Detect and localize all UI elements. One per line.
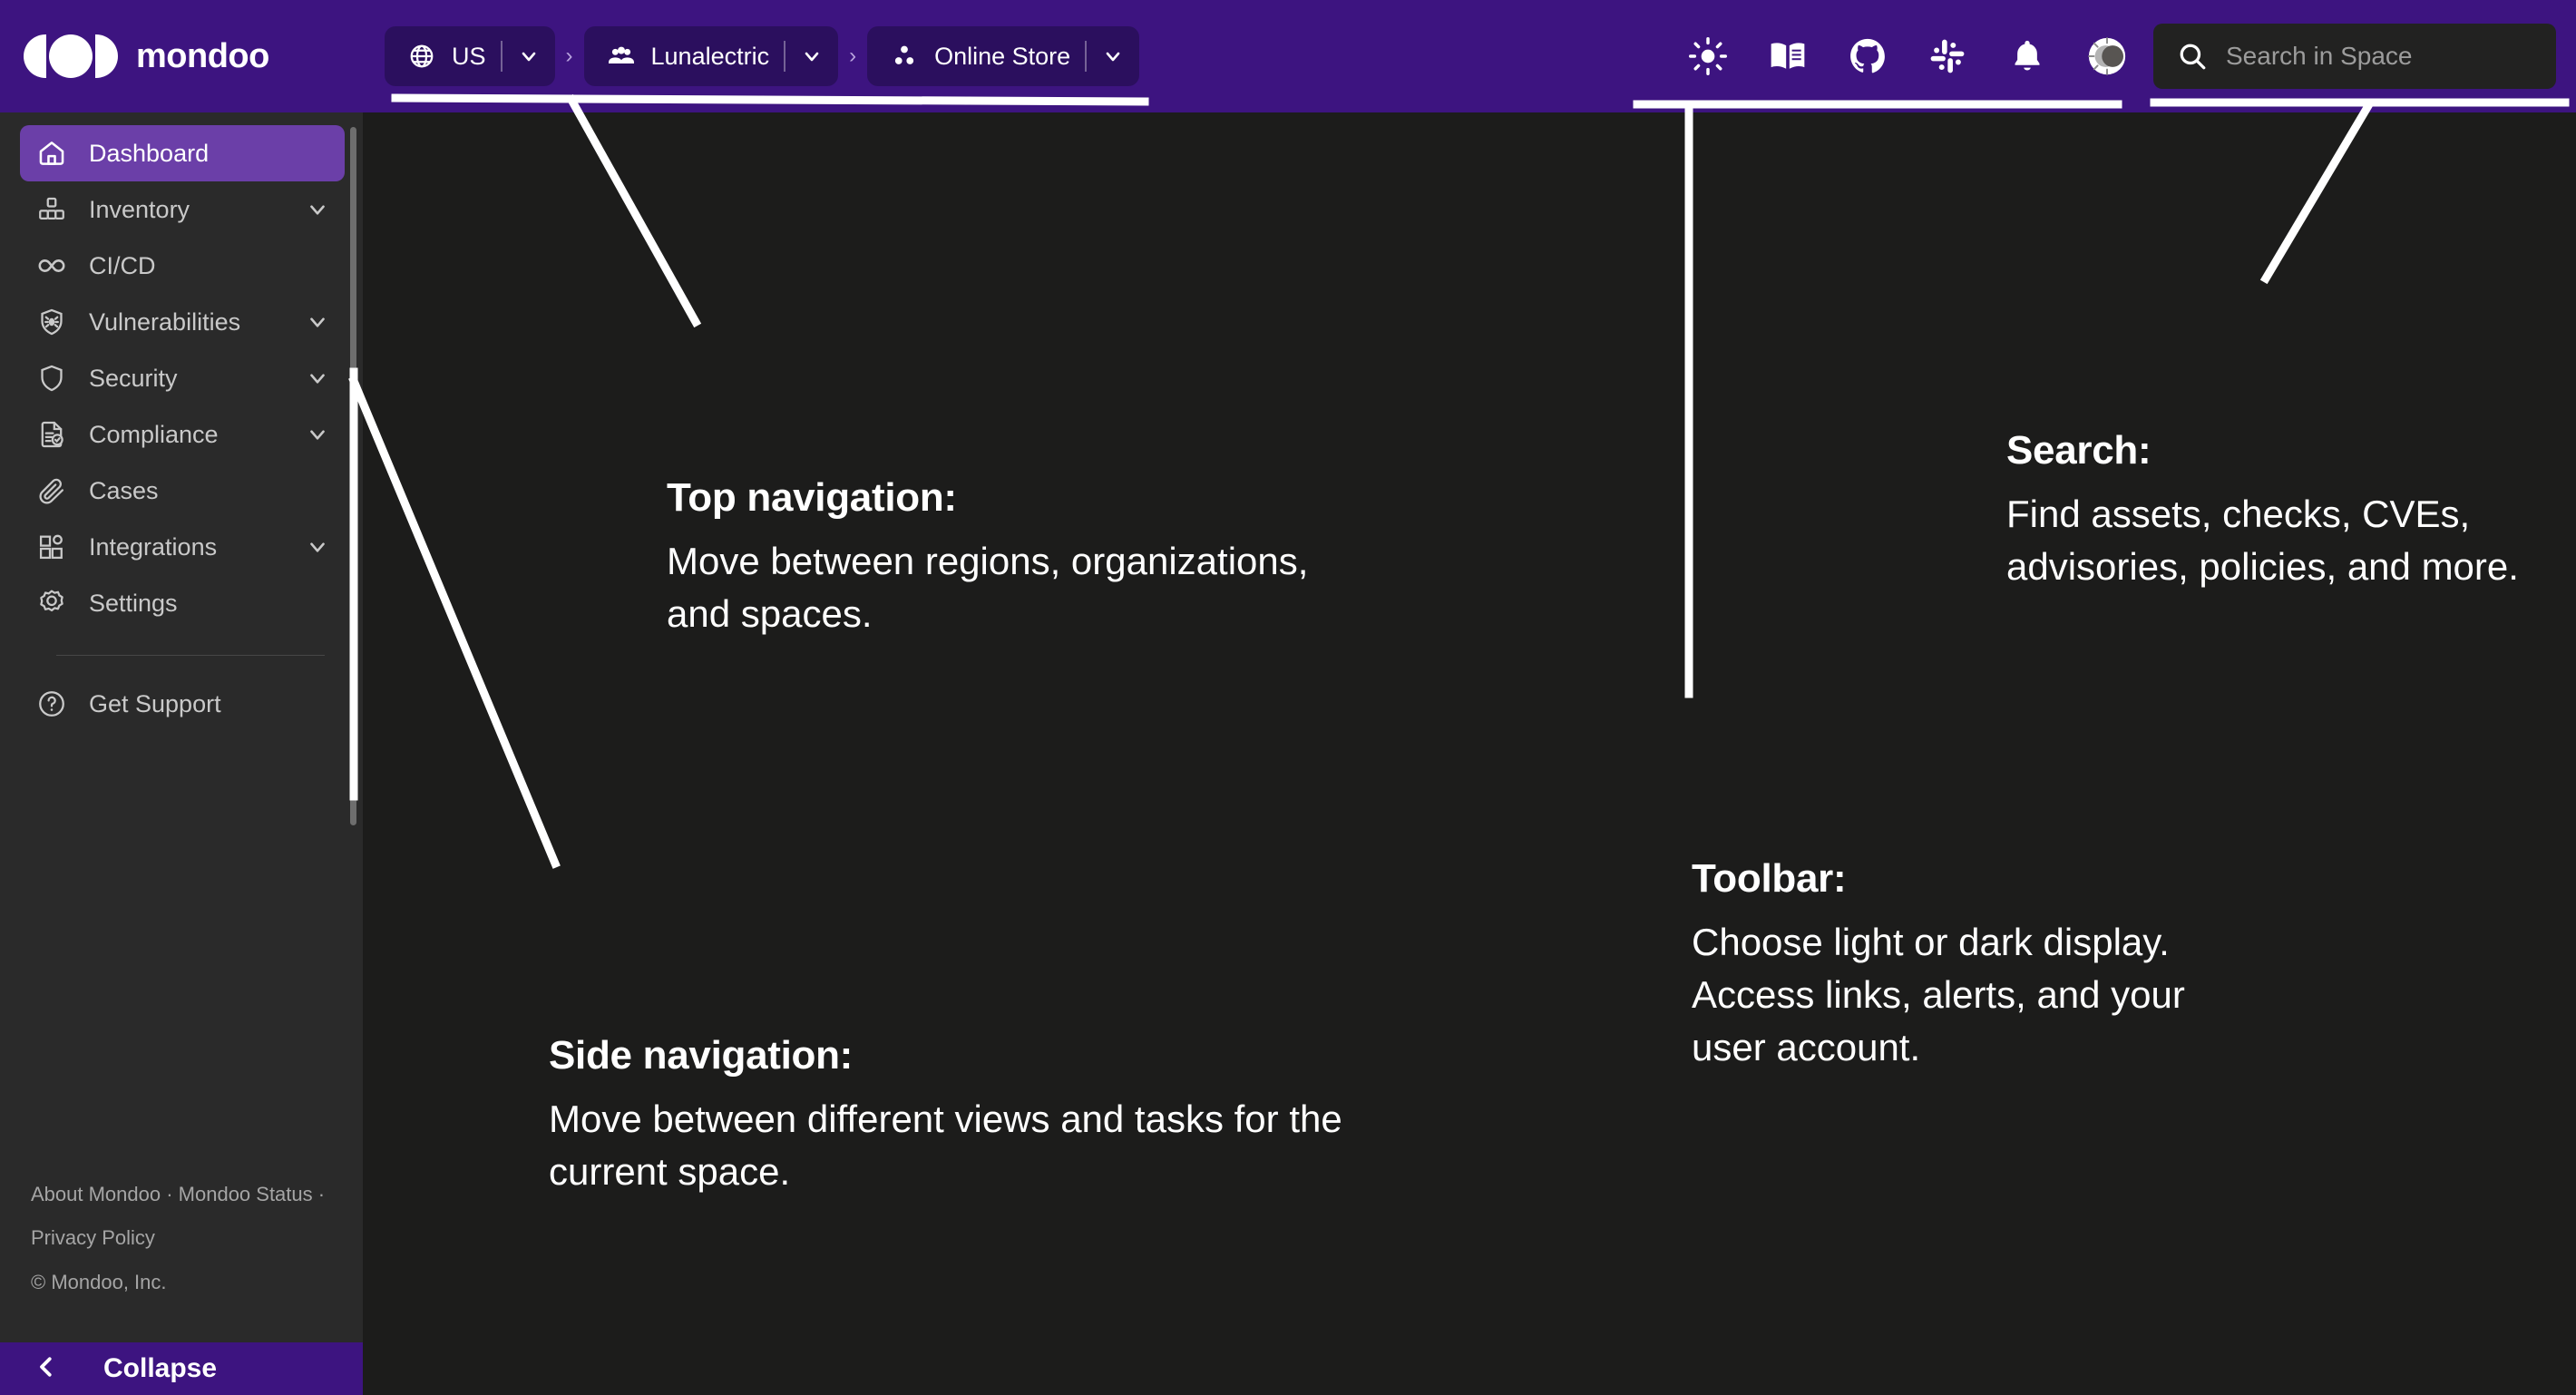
sidebar-item-settings[interactable]: Settings <box>20 575 345 631</box>
annotation-search: Search: Find assets, checks, CVEs, advis… <box>2006 428 2523 593</box>
paperclip-icon <box>34 473 69 508</box>
sidebar-item-label: Compliance <box>89 420 219 448</box>
annotation-body: Find assets, checks, CVEs, advisories, p… <box>2006 493 2519 588</box>
theme-sun-icon[interactable] <box>1687 35 1729 77</box>
integrations-grid-icon <box>34 530 69 564</box>
chevron-down-icon[interactable] <box>305 534 330 560</box>
search-icon <box>2175 39 2210 73</box>
annotation-title: Toolbar: <box>1692 856 1847 901</box>
annotation-body: Move between regions, organizations, and… <box>667 540 1309 635</box>
sidebar-item-security[interactable]: Security <box>20 350 345 406</box>
main-content: Top navigation: Move between regions, or… <box>363 112 2576 1395</box>
organization-people-icon <box>604 39 639 73</box>
shield-bug-icon <box>34 305 69 339</box>
brand-logo[interactable]: mondoo <box>0 0 363 112</box>
sidebar-divider <box>56 655 325 656</box>
chevron-down-icon[interactable] <box>305 197 330 222</box>
sidebar-item-label: CI/CD <box>89 251 156 279</box>
sidebar-item-label: Vulnerabilities <box>89 307 241 336</box>
sidebar-item-label: Get Support <box>89 689 221 717</box>
sidebar-item-dashboard[interactable]: Dashboard <box>20 125 345 181</box>
slack-icon[interactable] <box>1927 35 1968 77</box>
space-dots-icon <box>887 39 922 73</box>
user-account-avatar-icon[interactable] <box>2086 35 2128 77</box>
footer-privacy-policy-link[interactable]: Privacy Policy <box>31 1226 363 1251</box>
divider <box>500 41 503 72</box>
sidebar-item-vulnerabilities[interactable]: Vulnerabilities <box>20 294 345 350</box>
sidebar-item-label: Inventory <box>89 195 190 223</box>
sidebar-item-cases[interactable]: Cases <box>20 463 345 519</box>
sidebar: Dashboard Inventory CI/CD Vulnerabilitie… <box>0 112 363 1395</box>
top-bar: mondoo US › Lunalectric › Online Store S… <box>0 0 2576 112</box>
annotation-title: Side navigation: <box>549 1033 854 1078</box>
sidebar-item-label: Dashboard <box>89 139 210 167</box>
divider <box>1085 41 1088 72</box>
chevron-down-icon[interactable] <box>517 44 541 68</box>
chevron-down-icon[interactable] <box>305 309 330 335</box>
footer-copyright: © Mondoo, Inc. <box>31 1271 167 1294</box>
chevron-down-icon[interactable] <box>1101 44 1125 68</box>
annotation-side-navigation: Side navigation: Move between different … <box>549 1033 1347 1198</box>
home-icon <box>34 136 69 171</box>
breadcrumb-space-label: Online Store <box>934 42 1071 70</box>
chevron-down-icon[interactable] <box>800 44 824 68</box>
breadcrumb-region-label: US <box>452 42 486 70</box>
help-circle-icon <box>34 687 69 721</box>
infinity-icon <box>34 249 69 283</box>
document-check-icon <box>34 417 69 452</box>
annotation-title: Search: <box>2006 428 2152 473</box>
annotation-toolbar: Toolbar: Choose light or dark display. A… <box>1692 856 2227 1074</box>
collapse-sidebar-button[interactable]: Collapse <box>0 1342 363 1395</box>
annotation-title: Top navigation: <box>667 475 957 520</box>
sidebar-nav-list: Dashboard Inventory CI/CD Vulnerabilitie… <box>0 112 363 732</box>
breadcrumb-separator: › <box>849 44 857 68</box>
breadcrumb: US › Lunalectric › Online Store <box>385 26 1140 86</box>
gear-icon <box>34 586 69 620</box>
inventory-boxes-icon <box>34 192 69 227</box>
sidebar-item-compliance[interactable]: Compliance <box>20 406 345 463</box>
search-placeholder: Search in Space <box>2226 42 2413 70</box>
sidebar-scrollbar[interactable] <box>350 127 356 825</box>
breadcrumb-organization-label: Lunalectric <box>650 42 770 70</box>
chevron-left-icon <box>33 1353 60 1385</box>
annotation-body: Choose light or dark display. Access lin… <box>1692 921 2185 1068</box>
app-window: mondoo US › Lunalectric › Online Store S… <box>0 0 2576 1395</box>
sidebar-item-get-support[interactable]: Get Support <box>20 676 345 732</box>
shield-icon <box>34 361 69 395</box>
collapse-label: Collapse <box>103 1353 218 1383</box>
sidebar-item-label: Security <box>89 364 178 392</box>
breadcrumb-space-pill[interactable]: Online Store <box>867 26 1140 86</box>
search-input[interactable]: Search in Space <box>2153 24 2556 89</box>
footer-links-line-1[interactable]: About Mondoo · Mondoo Status · <box>31 1183 363 1207</box>
brand-name: mondoo <box>136 36 269 75</box>
mondoo-logo-icon <box>24 34 118 78</box>
annotation-top-navigation: Top navigation: Move between regions, or… <box>667 475 1356 640</box>
breadcrumb-separator: › <box>565 44 573 68</box>
docs-book-icon[interactable] <box>1767 35 1809 77</box>
globe-icon <box>405 39 439 73</box>
notifications-bell-icon[interactable] <box>2006 35 2048 77</box>
github-icon[interactable] <box>1847 35 1888 77</box>
sidebar-item-inventory[interactable]: Inventory <box>20 181 345 238</box>
sidebar-footer: About Mondoo · Mondoo Status · Privacy P… <box>0 1183 363 1342</box>
chevron-down-icon[interactable] <box>305 366 330 391</box>
sidebar-item-integrations[interactable]: Integrations <box>20 519 345 575</box>
chevron-down-icon[interactable] <box>305 422 330 447</box>
breadcrumb-organization-pill[interactable]: Lunalectric <box>583 26 839 86</box>
divider <box>784 41 786 72</box>
sidebar-item-label: Settings <box>89 589 178 617</box>
sidebar-item-label: Integrations <box>89 532 218 561</box>
sidebar-item-label: Cases <box>89 476 159 504</box>
sidebar-item-cicd[interactable]: CI/CD <box>20 238 345 294</box>
annotation-body: Move between different views and tasks f… <box>549 1097 1342 1193</box>
toolbar <box>1687 35 2128 77</box>
breadcrumb-region-pill[interactable]: US <box>385 26 555 86</box>
